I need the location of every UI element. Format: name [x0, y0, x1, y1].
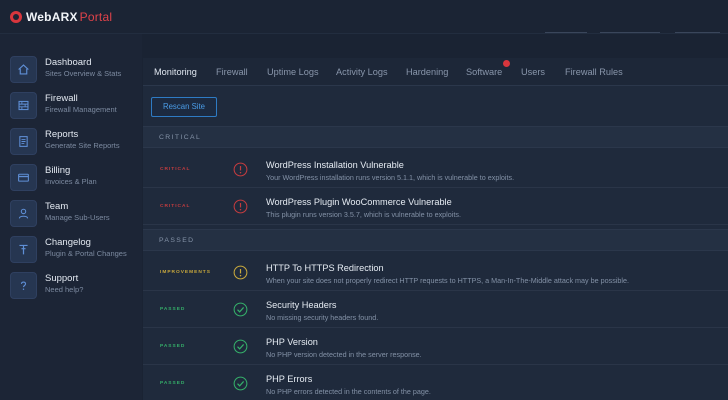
tab-firewall-rules[interactable]: Firewall Rules — [565, 58, 623, 86]
top-divider — [600, 32, 660, 33]
section-heading: PASSED — [159, 237, 195, 244]
status-badge: CRITICAL — [160, 167, 191, 172]
check-row[interactable]: PASSED PHP Errors No PHP errors detected… — [143, 365, 728, 400]
sidebar-item-title: Reports — [45, 129, 79, 140]
sidebar-item-firewall[interactable]: Firewall Firewall Management — [10, 92, 140, 122]
sidebar-item-title: Dashboard — [45, 57, 92, 68]
check-description: No missing security headers found. — [266, 313, 379, 322]
check-title: HTTP To HTTPS Redirection — [266, 263, 384, 273]
check-description: No PHP errors detected in the contents o… — [266, 387, 431, 396]
sidebar-item-reports[interactable]: Reports Generate Site Reports — [10, 128, 140, 158]
check-icon — [233, 376, 248, 391]
check-row[interactable]: PASSED Security Headers No missing secur… — [143, 291, 728, 328]
tab-monitoring[interactable]: Monitoring — [154, 58, 197, 86]
check-row[interactable]: CRITICAL WordPress Installation Vulnerab… — [143, 151, 728, 188]
sidebar-item-title: Billing — [45, 165, 71, 176]
check-row[interactable]: IMPROVEMENTS HTTP To HTTPS Redirection W… — [143, 254, 728, 291]
firewall-icon — [10, 92, 37, 119]
check-icon — [233, 302, 248, 317]
tab-firewall[interactable]: Firewall — [216, 58, 248, 86]
sidebar-item-support[interactable]: Support Need help? — [10, 272, 140, 302]
report-icon — [10, 128, 37, 155]
alert-icon — [233, 162, 248, 177]
home-icon — [10, 56, 37, 83]
section-header-critical: CRITICAL — [143, 126, 728, 148]
tab-users[interactable]: Users — [521, 58, 545, 86]
status-badge: PASSED — [160, 344, 186, 349]
status-badge: CRITICAL — [160, 204, 191, 209]
check-icon — [233, 339, 248, 354]
tab-hardening[interactable]: Hardening — [406, 58, 448, 86]
question-icon — [10, 272, 37, 299]
check-description: When your site does not properly redirec… — [266, 276, 629, 285]
check-title: WordPress Installation Vulnerable — [266, 160, 404, 170]
sidebar-item-subtitle: Manage Sub-Users — [45, 213, 110, 222]
sidebar-item-billing[interactable]: Billing Invoices & Plan — [10, 164, 140, 194]
webarx-logo[interactable]: WebARX Portal — [10, 7, 112, 27]
changelog-icon — [10, 236, 37, 263]
warning-icon — [233, 265, 248, 280]
sidebar-item-subtitle: Invoices & Plan — [45, 177, 97, 186]
status-badge: IMPROVEMENTS — [160, 270, 211, 275]
logo-mark-icon — [10, 11, 22, 23]
rescan-site-button[interactable]: Rescan Site — [151, 97, 217, 117]
sidebar-item-changelog[interactable]: Changelog Plugin & Portal Changes — [10, 236, 140, 266]
status-badge: PASSED — [160, 381, 186, 386]
status-badge: PASSED — [160, 307, 186, 312]
alert-icon — [233, 199, 248, 214]
check-title: WordPress Plugin WooCommerce Vulnerable — [266, 197, 452, 207]
main-panel: Monitoring Firewall Uptime Logs Activity… — [143, 58, 728, 400]
check-title: PHP Errors — [266, 374, 313, 384]
user-icon — [10, 200, 37, 227]
sidebar-item-team[interactable]: Team Manage Sub-Users — [10, 200, 140, 230]
sidebar-item-title: Team — [45, 201, 69, 212]
sidebar-item-subtitle: Need help? — [45, 285, 84, 294]
check-description: No PHP version detected in the server re… — [266, 350, 422, 359]
sidebar-item-subtitle: Plugin & Portal Changes — [45, 249, 127, 258]
tab-bar: Monitoring Firewall Uptime Logs Activity… — [143, 58, 728, 86]
top-divider — [545, 32, 587, 33]
check-row[interactable]: CRITICAL WordPress Plugin WooCommerce Vu… — [143, 188, 728, 225]
section-header-passed: PASSED — [143, 229, 728, 251]
logo-suffix: Portal — [79, 10, 113, 24]
tab-software[interactable]: Software — [466, 58, 502, 86]
check-description: Your WordPress installation runs version… — [266, 173, 515, 182]
sidebar-item-dashboard[interactable]: Dashboard Sites Overview & Stats — [10, 56, 140, 86]
logo-name: WebARX — [26, 10, 78, 24]
sidebar-item-subtitle: Generate Site Reports — [45, 141, 120, 150]
sidebar-item-subtitle: Sites Overview & Stats — [45, 69, 122, 78]
check-title: PHP Version — [266, 337, 318, 347]
sidebar-item-title: Changelog — [45, 237, 91, 248]
sidebar-item-title: Firewall — [45, 93, 78, 104]
notification-badge — [503, 60, 510, 67]
tab-uptime-logs[interactable]: Uptime Logs — [267, 58, 319, 86]
top-divider — [675, 32, 720, 33]
check-row[interactable]: PASSED PHP Version No PHP version detect… — [143, 328, 728, 365]
top-bar: WebARX Portal — [0, 0, 728, 34]
sidebar-item-title: Support — [45, 273, 79, 284]
check-description: This plugin runs version 3.5.7, which is… — [266, 210, 461, 219]
check-title: Security Headers — [266, 300, 337, 310]
sidebar: Dashboard Sites Overview & Stats Firewal… — [0, 34, 142, 400]
section-heading: CRITICAL — [159, 134, 202, 141]
credit-card-icon — [10, 164, 37, 191]
tab-activity-logs[interactable]: Activity Logs — [336, 58, 388, 86]
sidebar-item-subtitle: Firewall Management — [45, 105, 117, 114]
